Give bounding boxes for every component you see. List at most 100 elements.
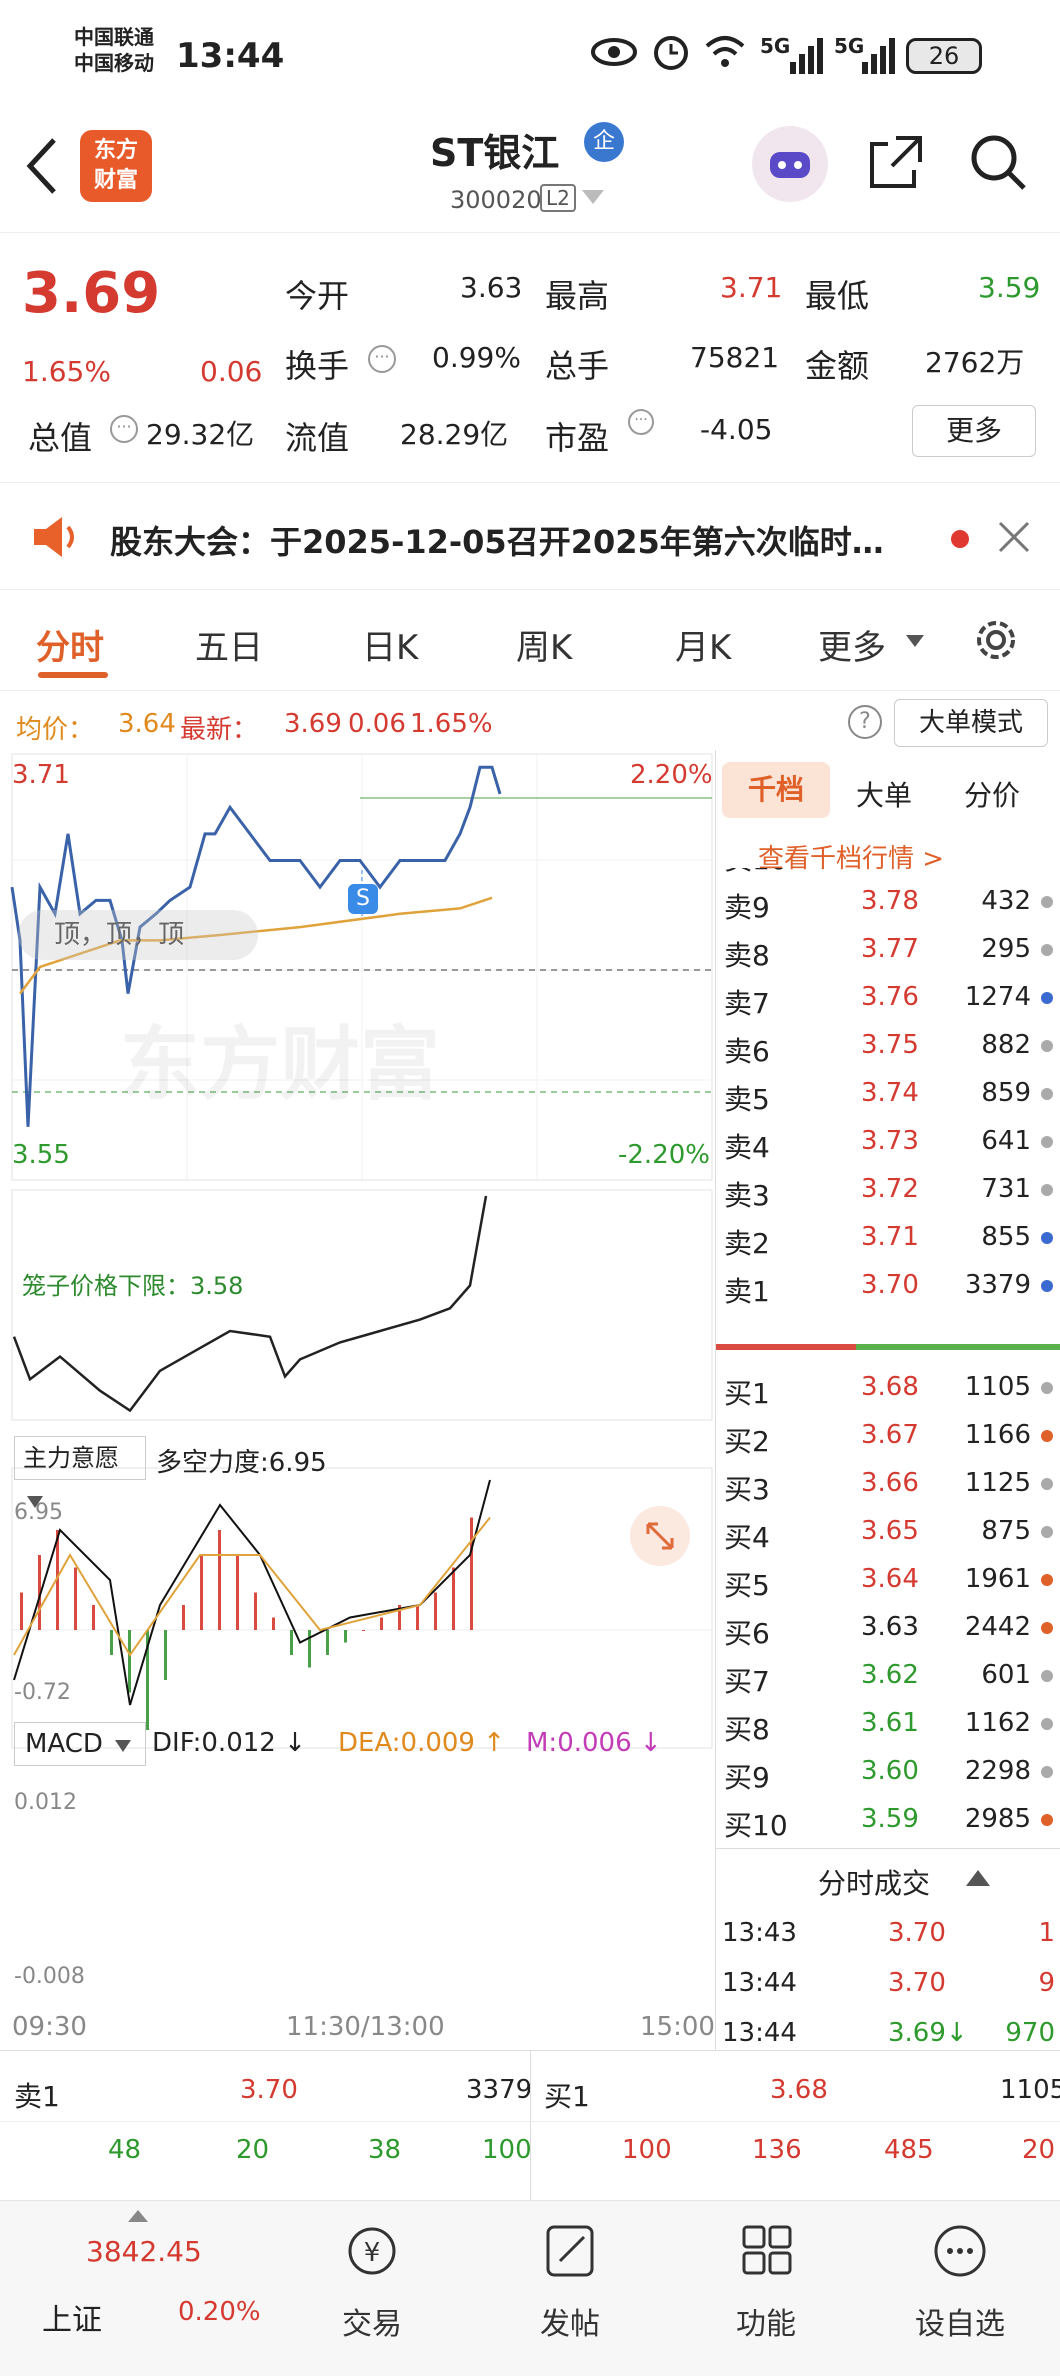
order-row[interactable]: 卖2 3.71 855 [716,1212,1060,1260]
order-dot [1041,1382,1053,1394]
announcement-text[interactable]: 股东大会：于2025-12-05召开2025年第六次临时… [110,517,884,563]
open-label: 今开 [285,277,350,315]
order-row[interactable]: 买8 3.61 1162 [716,1698,1060,1746]
grid-icon [742,2225,792,2275]
buy-queue-item: 485 [884,2135,934,2165]
order-price: 3.59 [861,1804,919,1834]
intraday-info-bar: 均价： 3.64 最新： 3.69 0.06 1.65% ? 大单模式 [0,690,1060,750]
buy-queue-item: 20 [1022,2135,1056,2165]
order-level-label: 卖6 [724,1035,770,1068]
order-row[interactable]: 买9 3.60 2298 [716,1746,1060,1794]
index-value[interactable]: 3842.45 [86,2235,202,2268]
more-info-icon[interactable]: ··· [368,345,396,373]
alarm-icon [650,30,692,72]
tab-price-dist[interactable]: 分价 [964,774,1020,814]
level-badge[interactable]: L2 [540,184,576,212]
macd-bar [362,1630,365,1631]
order-level-label: 卖3 [724,1179,770,1212]
close-icon[interactable] [996,519,1032,555]
nav-settings[interactable]: 设自选 [890,2221,1030,2343]
index-name[interactable]: 上证 [42,2295,102,2339]
stock-code: 300020 [450,186,542,214]
order-volume: 295 [981,934,1031,964]
tab-order-depth[interactable]: 千档 [722,762,830,818]
s-marker[interactable]: S [348,884,378,914]
macd-bar [20,1592,23,1630]
quote-panel: 3.69 1.65% 0.06 今开 3.63 最高 3.71 最低 3.59 … [0,232,1060,482]
tick-time: 13:44 [722,2018,797,2048]
tab-five-day[interactable]: 五日 [195,620,263,669]
order-row[interactable]: 买6 3.63 2442 [716,1602,1060,1650]
order-price: 3.73 [861,1126,919,1156]
order-volume: 859 [981,1078,1031,1108]
nav-post[interactable]: 发帖 [500,2221,640,2343]
help-icon[interactable]: ? [848,705,882,739]
order-price: 3.62 [861,1660,919,1690]
share-icon[interactable] [866,132,926,192]
gear-icon[interactable] [970,614,1022,666]
chevron-down-icon[interactable] [582,190,604,206]
nav-functions[interactable]: 功能 [696,2221,836,2343]
chevron-up-icon[interactable] [128,2207,148,2222]
order-row[interactable]: 买1 3.68 1105 [716,1362,1060,1410]
macd-bar [452,1567,455,1630]
order-row[interactable]: 卖8 3.77 295 [716,924,1060,972]
search-icon[interactable] [968,132,1028,192]
order-row[interactable]: 买7 3.62 601 [716,1650,1060,1698]
tick-price: 3.70 [888,1918,946,1948]
speaker-icon [30,515,78,559]
macd-bar [128,1630,131,1693]
tab-big-order[interactable]: 大单 [856,774,912,814]
big-order-mode-button[interactable]: 大单模式 [894,699,1048,747]
back-icon[interactable] [22,136,62,196]
sub-indicator-select[interactable]: 主力意愿 [14,1436,146,1508]
order-row[interactable]: 卖9 3.78 432 [716,876,1060,924]
low-label: 最低 [805,277,870,315]
order-row[interactable]: 买4 3.65 875 [716,1506,1060,1554]
tab-monthly-k[interactable]: 月K [675,620,731,669]
tick-list: 13:43 3.70 1 13:44 3.70 9 13:44 3.69↓ 970 [716,1910,1060,2060]
chevron-up-icon[interactable] [966,1870,990,1886]
order-row[interactable]: 卖1 3.70 3379 [716,1260,1060,1308]
expand-icon[interactable] [630,1506,690,1566]
order-row[interactable]: 卖4 3.73 641 [716,1116,1060,1164]
nav-trade[interactable]: ¥ 交易 [302,2221,442,2343]
app-logo[interactable]: 东方 财富 [80,130,152,202]
tick-price: 3.70 [888,1968,946,1998]
order-row[interactable]: 卖3 3.72 731 [716,1164,1060,1212]
tab-weekly-k[interactable]: 周K [516,620,572,669]
order-volume: 432 [981,886,1031,916]
macd-bar [218,1530,221,1630]
more-info-icon[interactable]: ··· [628,409,654,435]
last-label: 最新： [180,715,259,745]
pct-max-label: 2.20% [630,760,713,790]
macd-select[interactable]: MACD [14,1722,146,1766]
order-dot [1041,1526,1053,1538]
order-row[interactable]: 买10 3.59 2985 [716,1794,1060,1842]
order-row[interactable]: 卖5 3.74 859 [716,1068,1060,1116]
order-row[interactable]: 卖7 3.76 1274 [716,972,1060,1020]
order-row[interactable]: 卖6 3.75 882 [716,1020,1060,1068]
order-row[interactable]: 买3 3.66 1125 [716,1458,1060,1506]
order-dot [1041,1718,1053,1730]
order-level-label: 卖1 [724,1275,770,1308]
robot-assistant-icon[interactable] [752,126,828,202]
tab-intraday[interactable]: 分时 [36,620,104,669]
tab-daily-k[interactable]: 日K [362,620,418,669]
order-row[interactable]: 买2 3.67 1166 [716,1410,1060,1458]
more-info-icon[interactable]: ··· [110,415,138,443]
order-row[interactable]: 买5 3.64 1961 [716,1554,1060,1602]
chevron-down-icon[interactable] [906,632,924,647]
status-bar: 中国联通 中国移动 13:44 5G 5G 26 [0,0,1060,112]
order-price: 3.72 [861,1174,919,1204]
last-price: 3.69 [22,261,161,326]
chg-value: 0.06 [348,709,406,739]
sub-max-label: 6.95 [14,1500,63,1525]
announcement-bar[interactable]: 股东大会：于2025-12-05召开2025年第六次临时… [0,482,1060,590]
order-row[interactable]: 卖103.792210 [716,868,1060,876]
more-button[interactable]: 更多 [912,405,1036,457]
order-level-label: 卖4 [724,1131,770,1164]
eye-icon [590,34,638,70]
tab-more[interactable]: 更多 [818,620,886,669]
watermark: 东方财富 [120,1018,440,1111]
